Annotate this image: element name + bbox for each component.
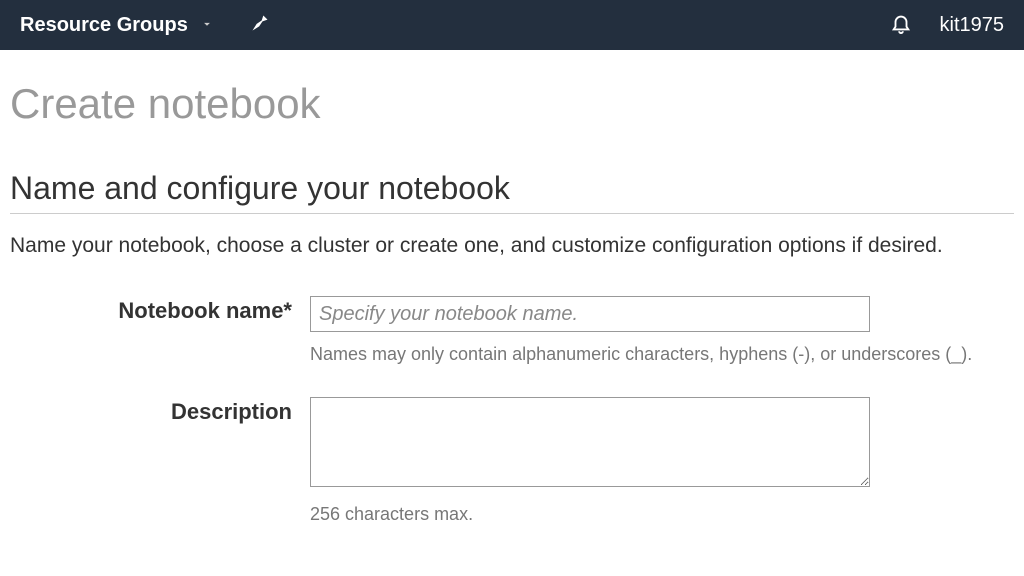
description-help: 256 characters max. xyxy=(310,504,1014,525)
chevron-down-icon xyxy=(200,14,214,37)
section-description: Name your notebook, choose a cluster or … xyxy=(10,234,1014,258)
notebook-name-label: Notebook name* xyxy=(10,296,310,324)
notebook-name-control: Names may only contain alphanumeric char… xyxy=(310,296,1014,365)
form-row-description: Description 256 characters max. xyxy=(10,397,1014,525)
bell-icon[interactable] xyxy=(890,12,912,39)
form-row-name: Notebook name* Names may only contain al… xyxy=(10,296,1014,365)
description-label: Description xyxy=(10,397,310,425)
notebook-name-input[interactable] xyxy=(310,296,870,332)
nav-right: kit1975 xyxy=(890,12,1005,39)
resource-groups-dropdown[interactable]: Resource Groups xyxy=(20,14,214,37)
username-label[interactable]: kit1975 xyxy=(940,14,1005,37)
section-title: Name and configure your notebook xyxy=(10,170,1014,214)
page-title: Create notebook xyxy=(10,80,1014,128)
notebook-name-help: Names may only contain alphanumeric char… xyxy=(310,344,1014,365)
resource-groups-label: Resource Groups xyxy=(20,14,188,37)
pin-icon[interactable] xyxy=(250,13,270,38)
top-nav: Resource Groups kit1975 xyxy=(0,0,1024,50)
description-textarea[interactable] xyxy=(310,397,870,487)
nav-left: Resource Groups xyxy=(20,13,270,38)
page-content: Create notebook Name and configure your … xyxy=(0,50,1024,525)
description-control: 256 characters max. xyxy=(310,397,1014,525)
